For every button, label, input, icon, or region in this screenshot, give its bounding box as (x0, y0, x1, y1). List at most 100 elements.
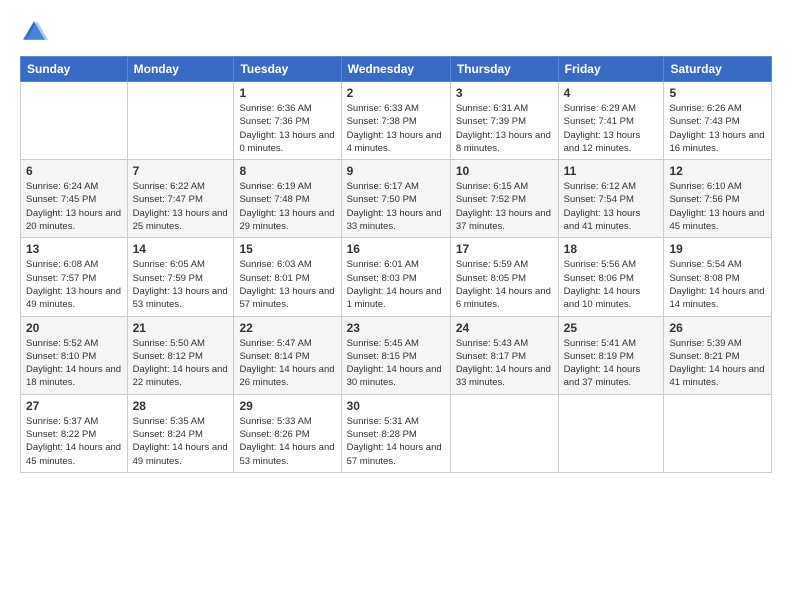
day-number: 24 (456, 321, 553, 335)
day-info: Sunrise: 6:29 AM Sunset: 7:41 PM Dayligh… (564, 102, 659, 155)
calendar-cell: 9 Sunrise: 6:17 AM Sunset: 7:50 PM Daylig… (341, 160, 450, 238)
calendar-cell: 2 Sunrise: 6:33 AM Sunset: 7:38 PM Daylig… (341, 82, 450, 160)
day-number: 9 (347, 164, 445, 178)
day-number: 6 (26, 164, 122, 178)
calendar-cell: 13Sunrise: 6:08 AM Sunset: 7:57 PM Dayli… (21, 238, 128, 316)
day-number: 10 (456, 164, 553, 178)
calendar-cell: 28 Sunrise: 5:35 AM Sunset: 8:24 PM Dayli… (127, 394, 234, 472)
calendar-cell: 4 Sunrise: 6:29 AM Sunset: 7:41 PM Daylig… (558, 82, 664, 160)
calendar-cell (664, 394, 772, 472)
week-row-4: 20 Sunrise: 5:52 AM Sunset: 8:10 PM Dayli… (21, 316, 772, 394)
calendar-cell: 7 Sunrise: 6:22 AM Sunset: 7:47 PM Daylig… (127, 160, 234, 238)
weekday-header-monday: Monday (127, 57, 234, 82)
day-info: Sunrise: 5:37 AM Sunset: 8:22 PM Dayligh… (26, 415, 122, 468)
day-info: Sunrise: 5:39 AM Sunset: 8:21 PM Dayligh… (669, 337, 766, 390)
day-info: Sunrise: 6:17 AM Sunset: 7:50 PM Dayligh… (347, 180, 445, 233)
week-row-1: 1Sunrise: 6:36 AM Sunset: 7:36 PM Daylig… (21, 82, 772, 160)
page: SundayMondayTuesdayWednesdayThursdayFrid… (0, 0, 792, 612)
calendar-cell (21, 82, 128, 160)
day-number: 17 (456, 242, 553, 256)
calendar-cell: 5 Sunrise: 6:26 AM Sunset: 7:43 PM Daylig… (664, 82, 772, 160)
week-row-3: 13Sunrise: 6:08 AM Sunset: 7:57 PM Dayli… (21, 238, 772, 316)
day-info: Sunrise: 5:41 AM Sunset: 8:19 PM Dayligh… (564, 337, 659, 390)
day-number: 12 (669, 164, 766, 178)
day-number: 11 (564, 164, 659, 178)
day-number: 23 (347, 321, 445, 335)
day-number: 28 (133, 399, 229, 413)
calendar-cell: 20 Sunrise: 5:52 AM Sunset: 8:10 PM Dayli… (21, 316, 128, 394)
day-number: 30 (347, 399, 445, 413)
calendar-cell: 6 Sunrise: 6:24 AM Sunset: 7:45 PM Daylig… (21, 160, 128, 238)
calendar-cell (127, 82, 234, 160)
calendar-cell (558, 394, 664, 472)
day-number: 16 (347, 242, 445, 256)
day-info: Sunrise: 6:24 AM Sunset: 7:45 PM Dayligh… (26, 180, 122, 233)
calendar-cell: 11 Sunrise: 6:12 AM Sunset: 7:54 PM Dayli… (558, 160, 664, 238)
calendar-cell: 17 Sunrise: 5:59 AM Sunset: 8:05 PM Dayli… (450, 238, 558, 316)
calendar-cell (450, 394, 558, 472)
day-number: 25 (564, 321, 659, 335)
day-info: Sunrise: 5:56 AM Sunset: 8:06 PM Dayligh… (564, 258, 659, 311)
day-number: 21 (133, 321, 229, 335)
calendar-cell: 19 Sunrise: 5:54 AM Sunset: 8:08 PM Dayli… (664, 238, 772, 316)
calendar-cell: 14 Sunrise: 6:05 AM Sunset: 7:59 PM Dayli… (127, 238, 234, 316)
calendar-cell: 22 Sunrise: 5:47 AM Sunset: 8:14 PM Dayli… (234, 316, 341, 394)
calendar-cell: 8 Sunrise: 6:19 AM Sunset: 7:48 PM Daylig… (234, 160, 341, 238)
weekday-header-sunday: Sunday (21, 57, 128, 82)
day-info: Sunrise: 6:01 AM Sunset: 8:03 PM Dayligh… (347, 258, 445, 311)
weekday-header-friday: Friday (558, 57, 664, 82)
day-number: 14 (133, 242, 229, 256)
day-info: Sunrise: 6:33 AM Sunset: 7:38 PM Dayligh… (347, 102, 445, 155)
day-info: Sunrise: 6:31 AM Sunset: 7:39 PM Dayligh… (456, 102, 553, 155)
day-info: Sunrise: 5:47 AM Sunset: 8:14 PM Dayligh… (239, 337, 335, 390)
calendar-cell: 1Sunrise: 6:36 AM Sunset: 7:36 PM Daylig… (234, 82, 341, 160)
calendar-cell: 26 Sunrise: 5:39 AM Sunset: 8:21 PM Dayli… (664, 316, 772, 394)
day-info: Sunrise: 5:35 AM Sunset: 8:24 PM Dayligh… (133, 415, 229, 468)
logo-icon (20, 18, 48, 46)
day-number: 7 (133, 164, 229, 178)
day-info: Sunrise: 5:33 AM Sunset: 8:26 PM Dayligh… (239, 415, 335, 468)
weekday-header-wednesday: Wednesday (341, 57, 450, 82)
day-info: Sunrise: 6:22 AM Sunset: 7:47 PM Dayligh… (133, 180, 229, 233)
calendar-cell: 15Sunrise: 6:03 AM Sunset: 8:01 PM Dayli… (234, 238, 341, 316)
day-info: Sunrise: 5:59 AM Sunset: 8:05 PM Dayligh… (456, 258, 553, 311)
calendar-cell: 29Sunrise: 5:33 AM Sunset: 8:26 PM Dayli… (234, 394, 341, 472)
day-info: Sunrise: 6:08 AM Sunset: 7:57 PM Dayligh… (26, 258, 122, 311)
calendar-cell: 10 Sunrise: 6:15 AM Sunset: 7:52 PM Dayli… (450, 160, 558, 238)
calendar-cell: 12 Sunrise: 6:10 AM Sunset: 7:56 PM Dayli… (664, 160, 772, 238)
day-info: Sunrise: 5:52 AM Sunset: 8:10 PM Dayligh… (26, 337, 122, 390)
day-info: Sunrise: 5:43 AM Sunset: 8:17 PM Dayligh… (456, 337, 553, 390)
calendar-cell: 24 Sunrise: 5:43 AM Sunset: 8:17 PM Dayli… (450, 316, 558, 394)
weekday-header-saturday: Saturday (664, 57, 772, 82)
day-number: 5 (669, 86, 766, 100)
weekday-header-row: SundayMondayTuesdayWednesdayThursdayFrid… (21, 57, 772, 82)
calendar-cell: 21 Sunrise: 5:50 AM Sunset: 8:12 PM Dayli… (127, 316, 234, 394)
day-number: 2 (347, 86, 445, 100)
day-info: Sunrise: 6:03 AM Sunset: 8:01 PM Dayligh… (239, 258, 335, 311)
day-number: 27 (26, 399, 122, 413)
calendar-cell: 3 Sunrise: 6:31 AM Sunset: 7:39 PM Daylig… (450, 82, 558, 160)
day-info: Sunrise: 5:54 AM Sunset: 8:08 PM Dayligh… (669, 258, 766, 311)
day-number: 22 (239, 321, 335, 335)
day-number: 3 (456, 86, 553, 100)
day-number: 26 (669, 321, 766, 335)
day-info: Sunrise: 6:12 AM Sunset: 7:54 PM Dayligh… (564, 180, 659, 233)
calendar-cell: 16 Sunrise: 6:01 AM Sunset: 8:03 PM Dayli… (341, 238, 450, 316)
day-number: 18 (564, 242, 659, 256)
weekday-header-tuesday: Tuesday (234, 57, 341, 82)
day-info: Sunrise: 6:05 AM Sunset: 7:59 PM Dayligh… (133, 258, 229, 311)
day-info: Sunrise: 6:19 AM Sunset: 7:48 PM Dayligh… (239, 180, 335, 233)
calendar-cell: 25 Sunrise: 5:41 AM Sunset: 8:19 PM Dayli… (558, 316, 664, 394)
day-number: 1 (239, 86, 335, 100)
day-info: Sunrise: 6:10 AM Sunset: 7:56 PM Dayligh… (669, 180, 766, 233)
day-info: Sunrise: 5:31 AM Sunset: 8:28 PM Dayligh… (347, 415, 445, 468)
day-info: Sunrise: 6:15 AM Sunset: 7:52 PM Dayligh… (456, 180, 553, 233)
day-number: 20 (26, 321, 122, 335)
day-number: 19 (669, 242, 766, 256)
day-number: 4 (564, 86, 659, 100)
calendar-cell: 18 Sunrise: 5:56 AM Sunset: 8:06 PM Dayli… (558, 238, 664, 316)
day-number: 8 (239, 164, 335, 178)
day-info: Sunrise: 6:26 AM Sunset: 7:43 PM Dayligh… (669, 102, 766, 155)
day-info: Sunrise: 5:50 AM Sunset: 8:12 PM Dayligh… (133, 337, 229, 390)
weekday-header-thursday: Thursday (450, 57, 558, 82)
